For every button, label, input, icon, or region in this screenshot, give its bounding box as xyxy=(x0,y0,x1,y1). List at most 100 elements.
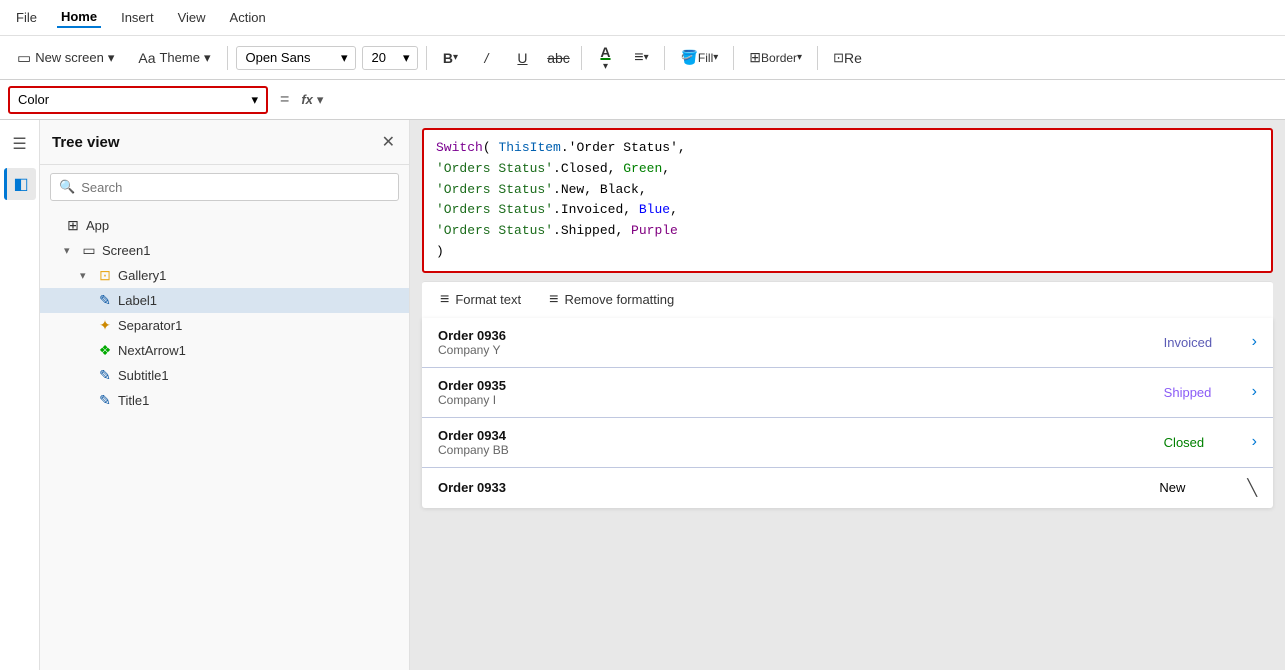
gallery-row-0935[interactable]: Order 0935 Company I Shipped › xyxy=(422,368,1273,418)
gallery-arrow-0935[interactable]: › xyxy=(1252,383,1257,401)
new-screen-button[interactable]: ▭ New screen ▾ xyxy=(8,44,123,72)
fx-label: fx xyxy=(301,92,313,107)
menu-home[interactable]: Home xyxy=(57,7,101,28)
format-toolbar: ≡ Format text ≡ Remove formatting xyxy=(422,281,1273,318)
reorder-button[interactable]: ⊡ Re xyxy=(826,44,869,72)
align-button[interactable]: ≡ ▾ xyxy=(626,44,656,72)
search-input[interactable] xyxy=(81,180,390,195)
toolbar-separator-3 xyxy=(581,46,582,70)
tree-panel: Tree view ✕ 🔍 ⊞ App ▾ ▭ Screen1 ▾ ⊡ xyxy=(40,120,410,670)
bold-chevron-icon: ▾ xyxy=(453,52,458,63)
tree-item-gallery1[interactable]: ▾ ⊡ Gallery1 xyxy=(40,263,409,288)
tree-items: ⊞ App ▾ ▭ Screen1 ▾ ⊡ Gallery1 ✎ Label1 xyxy=(40,209,409,670)
fx-chevron-icon: ▾ xyxy=(317,92,324,108)
content-area: Switch( ThisItem.'Order Status', 'Orders… xyxy=(410,120,1285,670)
font-color-button[interactable]: A ▾ xyxy=(590,44,620,72)
nextarrow-icon: ❖ xyxy=(96,342,114,359)
subtitle-icon: ✎ xyxy=(96,367,114,384)
theme-button[interactable]: Aa Theme ▾ xyxy=(129,45,219,71)
fill-button[interactable]: 🪣 Fill ▾ xyxy=(673,44,725,72)
menu-file[interactable]: File xyxy=(12,8,41,27)
reorder-icon: ⊡ xyxy=(833,50,844,66)
property-dropdown[interactable]: Color ▾ xyxy=(8,86,268,114)
gallery-preview: Order 0936 Company Y Invoiced › Order 09… xyxy=(422,318,1273,508)
tree-item-nextarrow1[interactable]: ❖ NextArrow1 xyxy=(40,338,409,363)
theme-icon: Aa xyxy=(138,50,155,66)
layers-icon[interactable]: ◧ xyxy=(4,168,36,200)
tree-item-title1[interactable]: ✎ Title1 xyxy=(40,388,409,413)
order-company-0935: Company I xyxy=(438,393,1156,407)
tree-item-separator1[interactable]: ✦ Separator1 xyxy=(40,313,409,338)
sidebar-narrow: ☰ ◧ xyxy=(0,120,40,670)
menu-insert[interactable]: Insert xyxy=(117,8,158,27)
title-icon: ✎ xyxy=(96,392,114,409)
order-status-0935: Shipped xyxy=(1164,385,1244,400)
new-screen-icon: ▭ xyxy=(17,49,31,67)
toolbar-separator-2 xyxy=(426,46,427,70)
font-size-selector[interactable]: 20 ▾ xyxy=(362,46,418,70)
order-info-0934: Order 0934 Company BB xyxy=(438,428,1156,457)
tree-header: Tree view ✕ xyxy=(40,120,409,165)
remove-formatting-button[interactable]: ≡ Remove formatting xyxy=(543,288,680,312)
font-chevron-icon: ▾ xyxy=(341,50,348,66)
search-icon: 🔍 xyxy=(59,179,75,195)
order-status-0933: New xyxy=(1159,480,1239,495)
property-chevron-icon: ▾ xyxy=(251,92,258,108)
formula-line-3: 'Orders Status'.New, Black, xyxy=(436,180,1259,201)
formula-line-5: 'Orders Status'.Shipped, Purple xyxy=(436,221,1259,242)
format-text-icon: ≡ xyxy=(440,291,449,309)
font-selector[interactable]: Open Sans ▾ xyxy=(236,46,356,70)
menu-bar: File Home Insert View Action xyxy=(0,0,1285,36)
tree-item-screen1[interactable]: ▾ ▭ Screen1 xyxy=(40,238,409,263)
screen-icon: ▭ xyxy=(80,242,98,259)
gallery-row-0936[interactable]: Order 0936 Company Y Invoiced › xyxy=(422,318,1273,368)
order-info-0936: Order 0936 Company Y xyxy=(438,328,1156,357)
screen1-expand-icon: ▾ xyxy=(64,244,76,257)
gallery-arrow-0934[interactable]: › xyxy=(1252,433,1257,451)
gallery-icon: ⊡ xyxy=(96,267,114,284)
align-chevron-icon: ▾ xyxy=(644,52,649,63)
formula-line-6: ) xyxy=(436,242,1259,263)
format-text-button[interactable]: ≡ Format text xyxy=(434,288,527,312)
gallery-row-0933[interactable]: Order 0933 New ╲ xyxy=(422,468,1273,508)
tree-title: Tree view xyxy=(52,134,120,151)
equals-sign: = xyxy=(276,91,293,109)
theme-chevron-icon: ▾ xyxy=(204,50,211,66)
underline-button[interactable]: U xyxy=(507,44,537,72)
toolbar-separator-4 xyxy=(664,46,665,70)
order-info-0933: Order 0933 xyxy=(438,480,1151,495)
hamburger-icon[interactable]: ☰ xyxy=(4,128,36,160)
font-size-chevron-icon: ▾ xyxy=(403,50,410,66)
order-company-0936: Company Y xyxy=(438,343,1156,357)
toolbar: ▭ New screen ▾ Aa Theme ▾ Open Sans ▾ 20… xyxy=(0,36,1285,80)
new-screen-chevron-icon: ▾ xyxy=(108,50,115,66)
menu-action[interactable]: Action xyxy=(226,8,270,27)
order-status-0936: Invoiced xyxy=(1164,335,1244,350)
border-button[interactable]: ⊞ Border ▾ xyxy=(742,44,809,72)
app-icon: ⊞ xyxy=(64,217,82,234)
tree-item-app[interactable]: ⊞ App xyxy=(40,213,409,238)
order-number-0935: Order 0935 xyxy=(438,378,1156,393)
fx-bar: fx ▾ xyxy=(301,92,323,108)
fill-chevron-icon: ▾ xyxy=(713,52,718,63)
property-bar: Color ▾ = fx ▾ xyxy=(0,80,1285,120)
italic-button[interactable]: / xyxy=(471,44,501,72)
tree-close-button[interactable]: ✕ xyxy=(380,130,397,154)
gallery-row-0934[interactable]: Order 0934 Company BB Closed › xyxy=(422,418,1273,468)
toolbar-separator-5 xyxy=(733,46,734,70)
border-icon: ⊞ xyxy=(749,49,761,66)
main-layout: ☰ ◧ Tree view ✕ 🔍 ⊞ App ▾ ▭ Screen1 xyxy=(0,120,1285,670)
gallery-arrow-0936[interactable]: › xyxy=(1252,333,1257,351)
label1-icon: ✎ xyxy=(96,292,114,309)
font-color-chevron-icon: ▾ xyxy=(603,61,608,72)
remove-formatting-icon: ≡ xyxy=(549,291,558,309)
tree-item-label1[interactable]: ✎ Label1 xyxy=(40,288,409,313)
separator-icon: ✦ xyxy=(96,317,114,334)
tree-item-subtitle1[interactable]: ✎ Subtitle1 xyxy=(40,363,409,388)
bold-button[interactable]: B ▾ xyxy=(435,44,465,72)
order-number-0933: Order 0933 xyxy=(438,480,1151,495)
gallery1-expand-icon: ▾ xyxy=(80,269,92,282)
formula-editor[interactable]: Switch( ThisItem.'Order Status', 'Orders… xyxy=(422,128,1273,273)
strikethrough-button[interactable]: abc xyxy=(543,44,573,72)
menu-view[interactable]: View xyxy=(174,8,210,27)
